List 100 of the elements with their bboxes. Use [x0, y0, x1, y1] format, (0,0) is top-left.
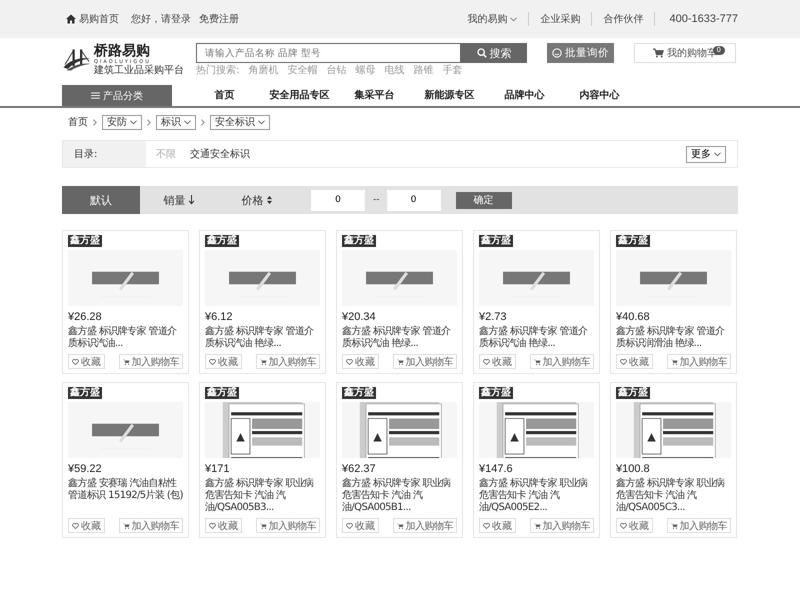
- favorite-button[interactable]: 收藏: [205, 354, 242, 369]
- add-to-cart-button[interactable]: 加入购物车: [666, 354, 731, 369]
- cart-icon: [396, 358, 404, 364]
- chevron-icon: [130, 120, 137, 124]
- sort-tab[interactable]: 销量: [140, 186, 218, 214]
- product-price: ¥100.8: [616, 462, 651, 476]
- logo-slogan: 建筑工业品采购平台: [94, 65, 184, 76]
- add-to-cart-button[interactable]: 加入购物车: [392, 354, 457, 369]
- brand-badge: 鑫方盛: [205, 235, 239, 247]
- nav-link[interactable]: 首页: [187, 85, 262, 106]
- product-card[interactable]: 鑫方盛 ¥6.12 鑫方盛 标识牌专家 管道介质标识汽油 艳绿... 收藏 加入购物车: [199, 230, 326, 374]
- favorite-button[interactable]: 收藏: [68, 354, 105, 369]
- search-field[interactable]: 请输入产品名称 品牌 型号: [196, 43, 461, 63]
- product-title[interactable]: 鑫方盛 安赛瑞 汽油自粘性管道标识 15192/5片装 (包): [68, 478, 183, 502]
- chevron-icon: [714, 152, 721, 156]
- heart-icon: [72, 358, 79, 364]
- product-title[interactable]: 鑫方盛 标识牌专家 职业病危害告知卡 汽油 汽油/QSA005C3...: [616, 478, 731, 514]
- top-link[interactable]: 合作伙伴: [592, 12, 656, 26]
- product-title[interactable]: 鑫方盛 标识牌专家 管道介质标识汽油 艳绿...: [479, 326, 594, 350]
- product-price: ¥6.12: [205, 310, 234, 324]
- product-card[interactable]: 鑫方盛 ¥40.68 鑫方盛 标识牌专家 管道介质标识润滑油 艳绿... 收藏 加入购物车: [610, 230, 737, 374]
- add-to-cart-button[interactable]: 加入购物车: [530, 354, 594, 369]
- favorite-button[interactable]: 收藏: [68, 518, 105, 533]
- heart-icon: [209, 358, 216, 364]
- product-card[interactable]: 鑫方盛 ¥26.28 鑫方盛 标识牌专家 管道介质标识汽油... 收藏 加入购物车: [62, 230, 189, 374]
- favorite-button[interactable]: 收藏: [205, 518, 242, 533]
- nav-link[interactable]: 安全用品专区: [262, 85, 337, 106]
- nav-link[interactable]: 内容中心: [562, 85, 637, 106]
- hot-search-label: 热门搜索:: [196, 65, 240, 77]
- add-to-cart-button[interactable]: 加入购物车: [392, 518, 457, 533]
- filter-option[interactable]: 交通安全标识: [190, 147, 250, 161]
- home-link[interactable]: 易购首页: [66, 12, 119, 26]
- nav-link[interactable]: 品牌中心: [487, 85, 562, 106]
- product-card[interactable]: 鑫方盛 ¥59.22 鑫方盛 安赛瑞 汽油自粘性管道标识 15192/5片装 (包) 收藏 加入购物车: [62, 382, 189, 538]
- chevron-icon: [510, 16, 518, 22]
- home-icon: [66, 14, 76, 24]
- sort-tab[interactable]: 默认: [62, 186, 140, 214]
- top-link[interactable]: 我的易购: [456, 12, 530, 26]
- product-title[interactable]: 鑫方盛 标识牌专家 管道介质标识汽油 艳绿...: [342, 326, 457, 350]
- product-card[interactable]: 鑫方盛 ¥147.6 鑫方盛 标识牌专家 职业病危害告知卡 汽油 汽油/QSA005E2... 收藏 加入购物车: [473, 382, 600, 538]
- price-separator: --: [373, 195, 380, 205]
- sort-tab[interactable]: 价格: [218, 186, 296, 214]
- filter-label: 目录:: [63, 141, 146, 167]
- add-to-cart-button[interactable]: 加入购物车: [118, 354, 183, 369]
- product-card[interactable]: 鑫方盛 ¥62.37 鑫方盛 标识牌专家 职业病危害告知卡 汽油 汽油/QSA005B1... 收藏 加入购物车: [336, 382, 463, 538]
- product-title[interactable]: 鑫方盛 标识牌专家 职业病危害告知卡 汽油 汽油/QSA005B1...: [342, 478, 457, 514]
- favorite-button[interactable]: 收藏: [616, 518, 653, 533]
- product-title[interactable]: 鑫方盛 标识牌专家 管道介质标识润滑油 艳绿...: [616, 326, 731, 350]
- add-to-cart-button[interactable]: 加入购物车: [256, 518, 320, 533]
- product-price: ¥62.37: [342, 462, 377, 476]
- product-card[interactable]: 鑫方盛 ¥2.73 鑫方盛 标识牌专家 管道介质标识汽油 艳绿... 收藏 加入购物车: [473, 230, 600, 374]
- product-title[interactable]: 鑫方盛 标识牌专家 管道介质标识汽油 艳绿...: [205, 326, 320, 350]
- sort-arrows-icon: [266, 195, 272, 205]
- heart-icon: [620, 522, 627, 528]
- add-to-cart-button[interactable]: 加入购物车: [256, 354, 320, 369]
- favorite-button[interactable]: 收藏: [479, 354, 516, 369]
- heart-icon: [72, 522, 79, 528]
- category-menu-button[interactable]: 产品分类: [62, 85, 172, 106]
- brand-badge: 鑫方盛: [616, 235, 650, 247]
- add-to-cart-button[interactable]: 加入购物车: [530, 518, 594, 533]
- favorite-button[interactable]: 收藏: [479, 518, 516, 533]
- heart-icon: [483, 522, 490, 528]
- top-link[interactable]: 企业采购: [529, 12, 592, 26]
- breadcrumb-home-link[interactable]: 首页: [68, 115, 88, 129]
- nav-link[interactable]: 集采平台: [337, 85, 412, 106]
- add-to-cart-button[interactable]: 加入购物车: [666, 518, 731, 533]
- cart-icon: [260, 522, 266, 528]
- register-link[interactable]: 免费注册: [199, 12, 239, 26]
- product-title[interactable]: 鑫方盛 标识牌专家 管道介质标识汽油...: [68, 326, 183, 350]
- breadcrumb-dropdown[interactable]: 安防: [102, 114, 142, 130]
- confirm-button[interactable]: 确定: [456, 192, 512, 208]
- bulk-inquiry-button[interactable]: 批量询价: [547, 43, 614, 63]
- add-to-cart-button[interactable]: 加入购物车: [118, 518, 183, 533]
- login-link[interactable]: 您好，请登录: [131, 12, 191, 26]
- product-price: ¥171: [205, 462, 230, 476]
- brand-badge: 鑫方盛: [342, 387, 376, 399]
- logo-name: 桥路易购: [94, 43, 151, 59]
- product-card[interactable]: 鑫方盛 ¥100.8 鑫方盛 标识牌专家 职业病危害告知卡 汽油 汽油/QSA005C3... 收藏 加入购物车: [610, 382, 737, 538]
- brand-badge: 鑫方盛: [616, 387, 650, 399]
- brand-badge: 鑫方盛: [68, 387, 102, 399]
- min-price-field[interactable]: 0: [311, 190, 365, 210]
- nav-link[interactable]: 新能源专区: [412, 85, 487, 106]
- max-price-field[interactable]: 0: [386, 190, 440, 210]
- search-button[interactable]: 搜索: [461, 43, 527, 63]
- arrow-down-icon: [188, 195, 194, 205]
- heart-icon: [620, 358, 627, 364]
- favorite-button[interactable]: 收藏: [616, 354, 653, 369]
- product-title[interactable]: 鑫方盛 标识牌专家 职业病危害告知卡 汽油 汽油/QSA005E2...: [479, 478, 594, 514]
- more-button[interactable]: 更多: [686, 146, 726, 162]
- favorite-button[interactable]: 收藏: [342, 518, 379, 533]
- product-title[interactable]: 鑫方盛 标识牌专家 职业病危害告知卡 汽油 汽油/QSA005B3...: [205, 478, 320, 514]
- product-card[interactable]: 鑫方盛 ¥171 鑫方盛 标识牌专家 职业病危害告知卡 汽油 汽油/QSA005B3... 收藏 加入购物车: [199, 382, 326, 538]
- breadcrumb-dropdown[interactable]: 标识: [156, 114, 196, 130]
- favorite-button[interactable]: 收藏: [342, 354, 379, 369]
- search-icon: [476, 48, 486, 58]
- heart-icon: [346, 522, 353, 528]
- heart-icon: [483, 358, 490, 364]
- breadcrumb-dropdown[interactable]: 安全标识: [210, 114, 270, 130]
- brand-badge: 鑫方盛: [479, 387, 513, 399]
- product-card[interactable]: 鑫方盛 ¥20.34 鑫方盛 标识牌专家 管道介质标识汽油 艳绿... 收藏 加入购物车: [336, 230, 463, 374]
